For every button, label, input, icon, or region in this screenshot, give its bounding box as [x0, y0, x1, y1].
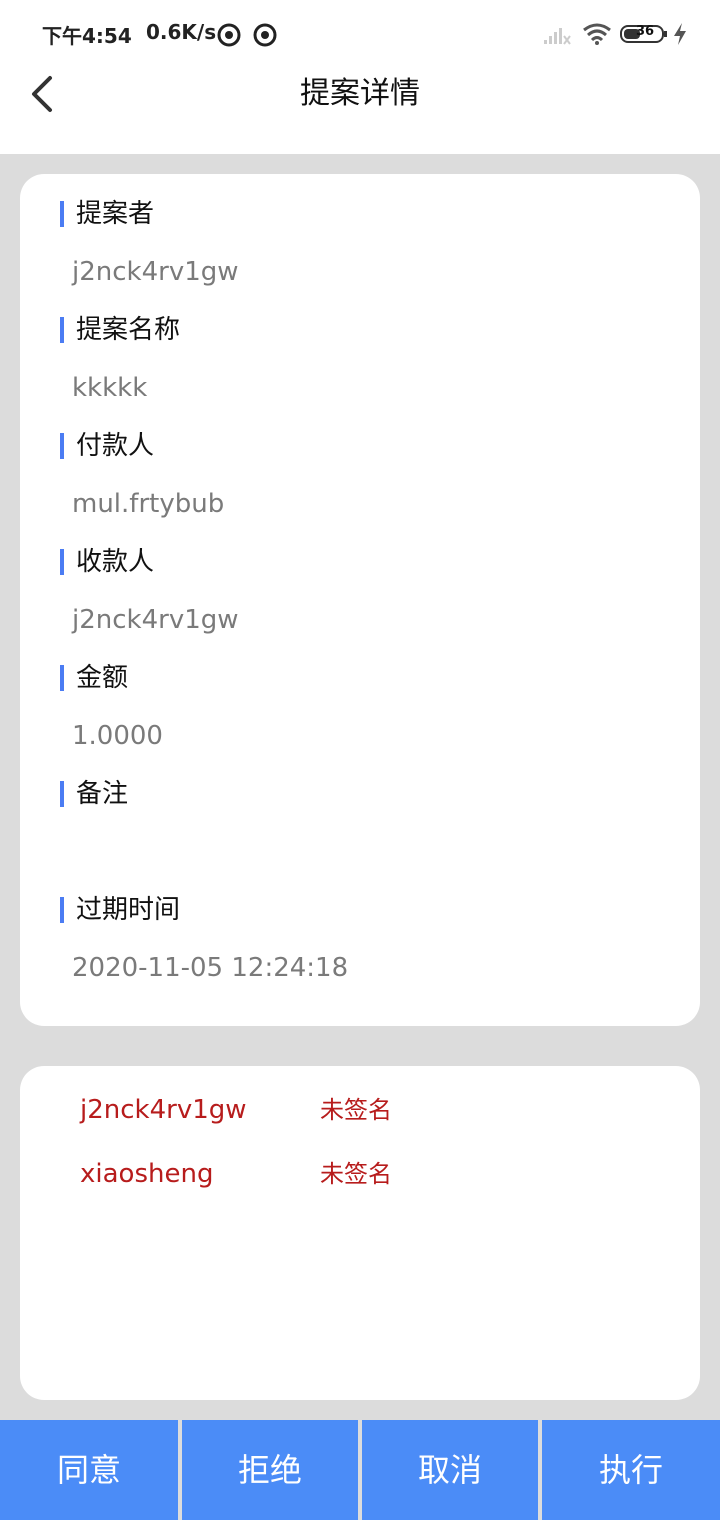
status-network-speed: 0.6K/s — [146, 20, 217, 44]
proposer-value: j2nck4rv1gw — [72, 257, 239, 287]
signature-status: 未签名 — [320, 1160, 392, 1188]
expire-time-label: 过期时间 — [60, 895, 180, 925]
top-bar: 下午4:54 0.6K/s 36 提案详情 — [0, 0, 720, 154]
proposer-label: 提案者 — [60, 199, 154, 229]
signature-list-card: j2nck4rv1gw 未签名 xiaosheng 未签名 — [20, 1066, 700, 1400]
proposal-details-card: 提案者 j2nck4rv1gw 提案名称 kkkkk 付款人 mul.frtyb… — [20, 174, 700, 1026]
payer-value: mul.frtybub — [72, 489, 225, 519]
proposal-name-label-text: 提案名称 — [76, 315, 181, 345]
page-title: 提案详情 — [300, 76, 420, 111]
amount-label-text: 金额 — [76, 663, 129, 693]
signature-row: j2nck4rv1gw 未签名 — [20, 1090, 700, 1130]
label-accent-bar — [60, 781, 64, 807]
signer-name: j2nck4rv1gw — [80, 1095, 247, 1125]
proposal-name-value: kkkkk — [72, 373, 148, 403]
wifi-icon — [583, 23, 611, 45]
execute-button[interactable]: 执行 — [542, 1420, 720, 1520]
status-time: 下午4:54 — [42, 24, 132, 48]
label-accent-bar — [60, 665, 64, 691]
signature-row: xiaosheng 未签名 — [20, 1154, 700, 1194]
notification-icon-2 — [253, 23, 277, 47]
amount-value: 1.0000 — [72, 721, 163, 751]
action-bar: 同意 拒绝 取消 执行 — [0, 1420, 720, 1520]
payer-label: 付款人 — [60, 431, 154, 461]
label-accent-bar — [60, 897, 64, 923]
proposer-label-text: 提案者 — [76, 199, 155, 229]
battery-level: 36 — [636, 24, 655, 39]
label-accent-bar — [60, 549, 64, 575]
payee-label-text: 收款人 — [76, 547, 155, 577]
amount-label: 金额 — [60, 663, 128, 693]
cancel-button[interactable]: 取消 — [362, 1420, 538, 1520]
status-bar: 下午4:54 0.6K/s 36 — [0, 0, 720, 70]
note-label-text: 备注 — [76, 779, 129, 809]
label-accent-bar — [60, 201, 64, 227]
label-accent-bar — [60, 433, 64, 459]
reject-button[interactable]: 拒绝 — [182, 1420, 358, 1520]
payer-label-text: 付款人 — [76, 431, 155, 461]
signal-icon — [544, 28, 571, 45]
signer-name: xiaosheng — [80, 1159, 214, 1189]
payee-label: 收款人 — [60, 547, 154, 577]
expire-time-value: 2020-11-05 12:24:18 — [72, 953, 349, 983]
agree-button[interactable]: 同意 — [0, 1420, 178, 1520]
note-label: 备注 — [60, 779, 128, 809]
signature-status: 未签名 — [320, 1096, 392, 1124]
notification-icon — [217, 23, 241, 47]
proposal-name-label: 提案名称 — [60, 315, 180, 345]
expire-time-label-text: 过期时间 — [76, 895, 181, 925]
payee-value: j2nck4rv1gw — [72, 605, 239, 635]
label-accent-bar — [60, 317, 64, 343]
charging-icon — [674, 23, 686, 45]
